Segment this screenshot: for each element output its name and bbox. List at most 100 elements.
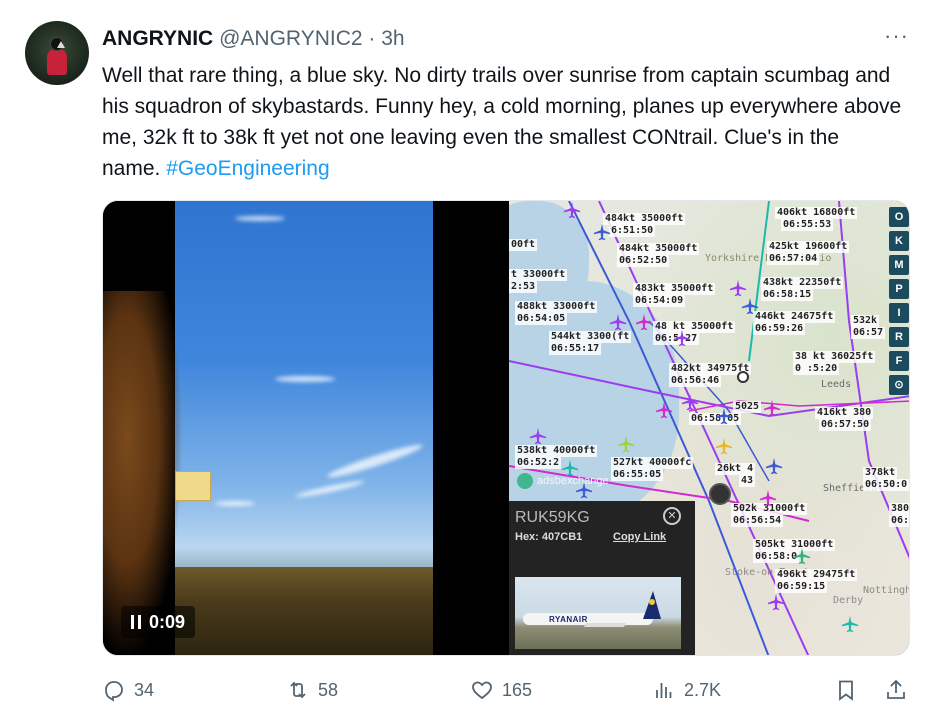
- flight-label[interactable]: 484kt 35000ft: [617, 243, 700, 255]
- flight-label[interactable]: 06:52:50: [617, 255, 670, 267]
- aircraft-icon[interactable]: [635, 313, 653, 331]
- tweet-time[interactable]: · 3h: [363, 27, 404, 50]
- views-count: 2.7K: [684, 679, 722, 700]
- repost-count: 58: [318, 679, 339, 700]
- sign-post: [175, 471, 211, 501]
- aircraft-icon[interactable]: [715, 437, 733, 455]
- flight-label[interactable]: 2:53: [509, 281, 538, 293]
- aircraft-icon[interactable]: [529, 427, 547, 445]
- reply-button[interactable]: 34: [102, 678, 154, 702]
- map-layer-buttons: O K M P I R F ⊙: [889, 207, 909, 395]
- more-options-button[interactable]: ···: [884, 25, 909, 47]
- flight-label[interactable]: 00ft: [509, 239, 538, 251]
- layer-button-i[interactable]: I: [889, 303, 909, 323]
- aircraft-icon[interactable]: [793, 547, 811, 565]
- aircraft-info-popup: RUK59KG ✕ Hex: 407CB1 Copy Link RYANAIR: [509, 501, 695, 655]
- layer-button-o[interactable]: O: [889, 207, 909, 227]
- flight-label[interactable]: 06:57: [851, 327, 886, 339]
- flight-label[interactable]: 06:57:50: [819, 419, 872, 431]
- flight-label[interactable]: 48 kt 35000ft: [653, 321, 736, 333]
- flight-label[interactable]: 06:58:15: [761, 289, 814, 301]
- flight-label[interactable]: 378kt: [863, 467, 898, 479]
- flight-label[interactable]: 484kt 35000ft: [603, 213, 686, 225]
- flight-label[interactable]: 0 :5:20: [793, 363, 840, 375]
- like-button[interactable]: 165: [470, 678, 532, 702]
- layer-button-k[interactable]: K: [889, 231, 909, 251]
- copy-link-button[interactable]: Copy Link: [613, 531, 666, 543]
- aircraft-icon[interactable]: [593, 223, 611, 241]
- video-controls[interactable]: 0:09: [121, 606, 196, 638]
- flight-label[interactable]: 425kt 19600ft: [767, 241, 850, 253]
- views-button[interactable]: 2.7K: [652, 678, 721, 702]
- aircraft-icon[interactable]: [765, 457, 783, 475]
- share-icon: [887, 679, 905, 699]
- aircraft-icon[interactable]: [655, 401, 673, 419]
- aircraft-icon[interactable]: [609, 313, 627, 331]
- flight-label[interactable]: 488kt 33000ft: [515, 301, 598, 313]
- bookmark-button[interactable]: [834, 678, 858, 702]
- flight-label[interactable]: 06:57:04: [767, 253, 820, 265]
- aircraft-icon[interactable]: [841, 615, 859, 633]
- flight-label[interactable]: 6:51:50: [609, 225, 656, 237]
- aircraft-icon[interactable]: [767, 593, 785, 611]
- flight-label[interactable]: 532k: [851, 315, 880, 327]
- aircraft-icon[interactable]: [681, 393, 699, 411]
- flight-label[interactable]: 06:54:09: [633, 295, 686, 307]
- pause-icon[interactable]: [131, 615, 141, 629]
- settings-icon[interactable]: ⊙: [889, 375, 909, 395]
- flight-label[interactable]: 06:55:05: [611, 469, 664, 481]
- close-icon[interactable]: ✕: [663, 507, 681, 525]
- flight-label[interactable]: 06:52:2: [515, 457, 562, 469]
- flight-label[interactable]: 496kt 29475ft: [775, 569, 858, 581]
- aircraft-icon[interactable]: [759, 489, 777, 507]
- author-avatar[interactable]: [25, 21, 89, 85]
- flight-label[interactable]: 26kt 4: [715, 463, 756, 475]
- flight-label[interactable]: 06:54:05: [515, 313, 568, 325]
- media-container: 0:09 Yorkshire Dales Natio Leeds Sheffie…: [102, 200, 910, 656]
- aircraft-icon[interactable]: [715, 407, 733, 425]
- place-name: Derby: [833, 595, 864, 606]
- flight-label[interactable]: 06:55:53: [781, 219, 834, 231]
- hashtag-link[interactable]: #GeoEngineering: [166, 157, 329, 180]
- video-player[interactable]: 0:09: [103, 201, 505, 655]
- video-timestamp: 0:09: [149, 612, 186, 632]
- aircraft-icon[interactable]: [563, 201, 581, 219]
- layer-button-r[interactable]: R: [889, 327, 909, 347]
- repost-button[interactable]: 58: [286, 678, 338, 702]
- flight-label[interactable]: 06:: [889, 515, 909, 527]
- flight-label[interactable]: 416kt 380: [815, 407, 874, 419]
- flight-label[interactable]: 438kt 22350ft: [761, 277, 844, 289]
- flight-label[interactable]: 446kt 24675ft: [753, 311, 836, 323]
- flight-label[interactable]: 06:59:15: [775, 581, 828, 593]
- tweet-action-bar: 34 58 165 2.7K: [102, 674, 910, 710]
- aircraft-icon[interactable]: [729, 279, 747, 297]
- flight-label[interactable]: 527kt 40000fc: [611, 457, 694, 469]
- author-display-name[interactable]: ANGRYNIC: [102, 27, 213, 50]
- flight-label[interactable]: t 33000ft: [509, 269, 568, 281]
- flight-label[interactable]: 483kt 35000ft: [633, 283, 716, 295]
- share-button[interactable]: [884, 678, 908, 702]
- flight-label[interactable]: 06:59:26: [753, 323, 806, 335]
- flight-label[interactable]: 544kt 3300(ft: [549, 331, 632, 343]
- repost-icon: [290, 681, 306, 699]
- flight-label[interactable]: 538kt 40000ft: [515, 445, 598, 457]
- flight-label[interactable]: 06:50:0: [863, 479, 909, 491]
- flight-label[interactable]: 380: [889, 503, 909, 515]
- flight-label[interactable]: 406kt 16800ft: [775, 207, 858, 219]
- flight-label[interactable]: 43: [739, 475, 756, 487]
- layer-button-p[interactable]: P: [889, 279, 909, 299]
- flight-label[interactable]: 38 kt 36025ft: [793, 351, 876, 363]
- flight-label[interactable]: 5025: [733, 401, 762, 413]
- aircraft-icon[interactable]: [617, 435, 635, 453]
- author-handle[interactable]: @ANGRYNIC2: [219, 27, 362, 50]
- aircraft-icon[interactable]: [673, 329, 691, 347]
- layer-button-m[interactable]: M: [889, 255, 909, 275]
- flight-label[interactable]: 06:56:54: [731, 515, 784, 527]
- flight-label[interactable]: 06:56:46: [669, 375, 722, 387]
- place-name: Leeds: [821, 379, 852, 390]
- layer-button-f[interactable]: F: [889, 351, 909, 371]
- aircraft-icon[interactable]: [763, 399, 781, 417]
- aircraft-icon[interactable]: [741, 297, 759, 315]
- flight-label[interactable]: 06:55:17: [549, 343, 602, 355]
- flight-map-image[interactable]: Yorkshire Dales Natio Leeds Sheffield St…: [509, 201, 909, 655]
